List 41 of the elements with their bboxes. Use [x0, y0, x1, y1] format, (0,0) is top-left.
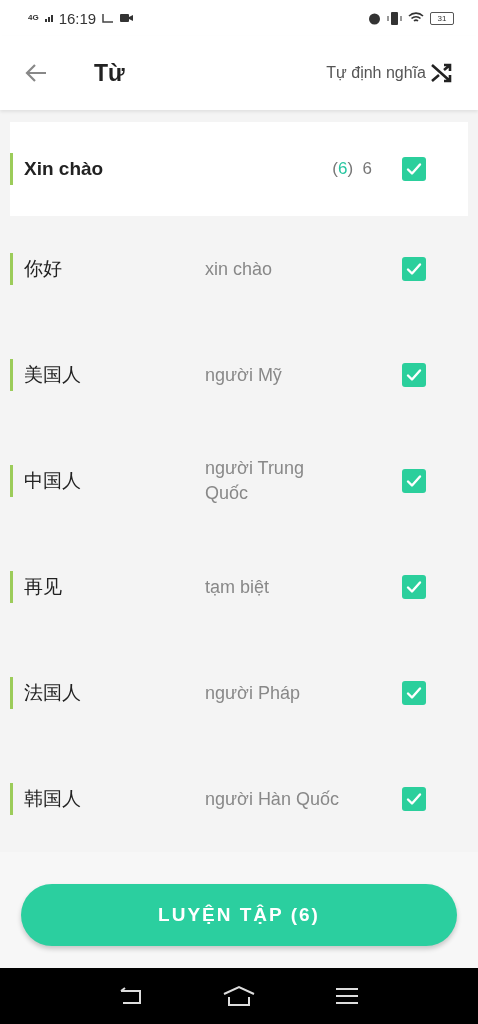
check-icon	[405, 260, 423, 278]
shuffle-icon[interactable]	[430, 62, 454, 84]
checkbox[interactable]	[402, 363, 426, 387]
meaning-text: người Trung Quốc	[205, 457, 305, 505]
checkbox[interactable]	[402, 787, 426, 811]
meaning-text: tạm biệt	[205, 575, 271, 599]
word-text: 你好	[24, 257, 63, 281]
signal-icon	[44, 14, 53, 22]
wifi-icon	[408, 12, 424, 24]
network-label: 4G	[28, 14, 39, 22]
back-icon[interactable]	[119, 987, 144, 1005]
meaning-text: người Mỹ	[205, 363, 283, 387]
home-icon[interactable]	[222, 985, 256, 1007]
check-icon	[405, 366, 423, 384]
page-title: Từ	[94, 59, 125, 87]
check-icon	[405, 684, 423, 702]
menu-icon[interactable]	[334, 987, 359, 1005]
checkbox[interactable]	[402, 681, 426, 705]
checkbox[interactable]	[402, 157, 426, 181]
group-title: Xin chào	[24, 158, 105, 180]
clock-time: 16:19	[58, 9, 97, 27]
word-text: 美国人	[24, 363, 82, 387]
custom-link[interactable]: Tự định nghĩa	[326, 64, 426, 82]
meaning-text: người Hàn Quốc	[205, 787, 340, 811]
word-text: 韩国人	[24, 787, 82, 811]
checkbox[interactable]	[402, 575, 426, 599]
word-text: 中国人	[24, 469, 82, 493]
checkbox[interactable]	[402, 257, 426, 281]
word-text: 法国人	[24, 681, 82, 705]
check-icon	[405, 160, 423, 178]
check-icon	[405, 578, 423, 596]
check-icon	[405, 472, 423, 490]
meaning-text: người Pháp	[205, 681, 301, 705]
check-icon	[405, 790, 423, 808]
word-count: (6) 6	[332, 159, 372, 179]
word-text: 再见	[24, 575, 63, 599]
meaning-text: xin chào	[205, 257, 274, 281]
checkbox[interactable]	[402, 469, 426, 493]
video-icon	[120, 13, 134, 23]
vibrate-icon	[387, 11, 402, 25]
battery-indicator: 31	[430, 11, 454, 25]
